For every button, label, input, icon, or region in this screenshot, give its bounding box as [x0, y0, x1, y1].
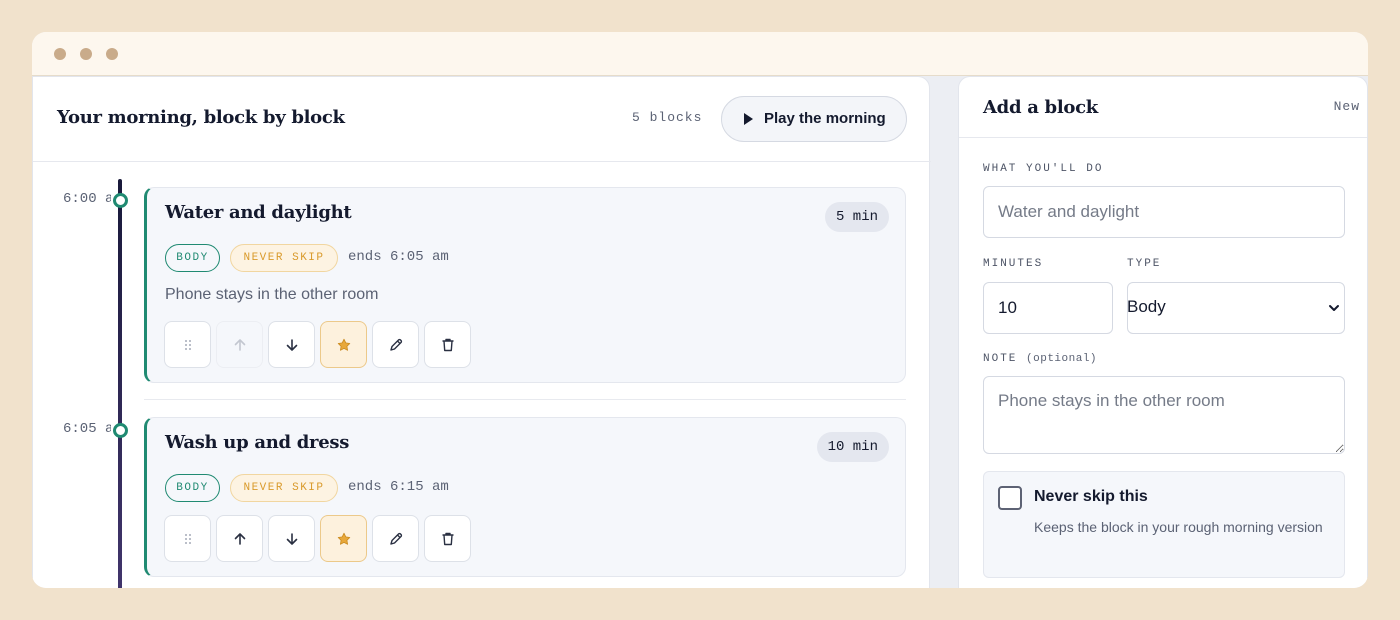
pencil-icon	[390, 532, 403, 545]
never-skip-description: Keeps the block in your rough morning ve…	[1034, 519, 1323, 535]
timeline-panel: Your morning, block by block 5 blocks Pl…	[32, 76, 931, 588]
play-icon	[744, 113, 753, 125]
never-skip-title: Never skip this	[1034, 488, 1148, 505]
block-title: Wash up and dress	[165, 432, 350, 453]
never-skip-option[interactable]: Never skip this Keeps the block in your …	[983, 471, 1345, 578]
block-divider	[144, 399, 906, 400]
new-badge: New	[1333, 99, 1360, 114]
block-end-time: ends 6:15 am	[348, 479, 449, 495]
move-down-button[interactable]	[268, 321, 315, 368]
never-skip-toggle-button[interactable]	[320, 321, 367, 368]
block-time: 6:05 am	[63, 421, 111, 437]
move-up-button[interactable]	[216, 321, 263, 368]
arrow-up-icon	[234, 339, 246, 351]
block-card: Water and daylight 5 min BODY NEVER SKIP…	[144, 187, 906, 383]
block-card: Wash up and dress 10 min BODY NEVER SKIP…	[144, 417, 906, 577]
timeline-node	[113, 193, 128, 208]
what-label: WHAT YOU'LL DO	[983, 163, 1104, 175]
add-block-panel: Add a block New WHAT YOU'LL DO MINUTES T…	[958, 76, 1368, 588]
edit-button[interactable]	[372, 515, 419, 562]
star-icon	[337, 532, 351, 545]
trash-icon	[442, 532, 454, 546]
arrow-up-icon	[234, 533, 246, 545]
timeline-node	[113, 423, 128, 438]
timeline-title: Your morning, block by block	[57, 107, 345, 128]
star-icon	[337, 338, 351, 351]
minutes-input[interactable]	[983, 282, 1113, 334]
note-label: NOTE (optional)	[983, 353, 1097, 365]
arrow-down-icon	[286, 533, 298, 545]
arrow-down-icon	[286, 339, 298, 351]
block-note: Phone stays in the other room	[165, 286, 379, 303]
tag-never-skip: NEVER SKIP	[230, 244, 338, 272]
grip-icon	[185, 534, 191, 544]
pencil-icon	[390, 338, 403, 351]
form-title: Add a block	[983, 97, 1098, 118]
window-minimize-dot[interactable]	[80, 48, 92, 60]
window-maximize-dot[interactable]	[106, 48, 118, 60]
play-morning-label: Play the morning	[764, 110, 886, 127]
drag-handle[interactable]	[164, 321, 211, 368]
block-count: 5 blocks	[632, 110, 703, 125]
tag-body: BODY	[165, 474, 220, 502]
note-optional-hint: (optional)	[1026, 353, 1098, 365]
trash-icon	[442, 338, 454, 352]
note-textarea[interactable]	[983, 376, 1345, 454]
move-down-button[interactable]	[268, 515, 315, 562]
move-up-button[interactable]	[216, 515, 263, 562]
duration-badge: 5 min	[824, 202, 889, 232]
window-close-dot[interactable]	[54, 48, 66, 60]
what-input[interactable]	[983, 186, 1345, 238]
never-skip-toggle-button[interactable]	[320, 515, 367, 562]
header-divider	[33, 161, 931, 162]
play-morning-button[interactable]: Play the morning	[721, 96, 907, 142]
type-label: TYPE	[1127, 258, 1162, 270]
block-title: Water and daylight	[165, 202, 352, 223]
app-window: Your morning, block by block 5 blocks Pl…	[32, 32, 1368, 588]
duration-badge: 10 min	[816, 432, 889, 462]
grip-icon	[185, 340, 191, 350]
tag-body: BODY	[165, 244, 220, 272]
timeline-line	[118, 179, 122, 588]
delete-button[interactable]	[424, 515, 471, 562]
note-label-text: NOTE	[983, 353, 1018, 365]
tag-never-skip: NEVER SKIP	[230, 474, 338, 502]
minutes-label: MINUTES	[983, 258, 1044, 270]
chevron-down-icon	[1329, 305, 1339, 311]
delete-button[interactable]	[424, 321, 471, 368]
edit-button[interactable]	[372, 321, 419, 368]
title-bar	[32, 32, 1368, 76]
block-end-time: ends 6:05 am	[348, 249, 449, 265]
drag-handle[interactable]	[164, 515, 211, 562]
block-time: 6:00 am	[63, 191, 111, 207]
form-header-divider	[959, 137, 1367, 138]
never-skip-checkbox[interactable]	[998, 486, 1022, 510]
type-select-value: Body	[1127, 297, 1166, 316]
